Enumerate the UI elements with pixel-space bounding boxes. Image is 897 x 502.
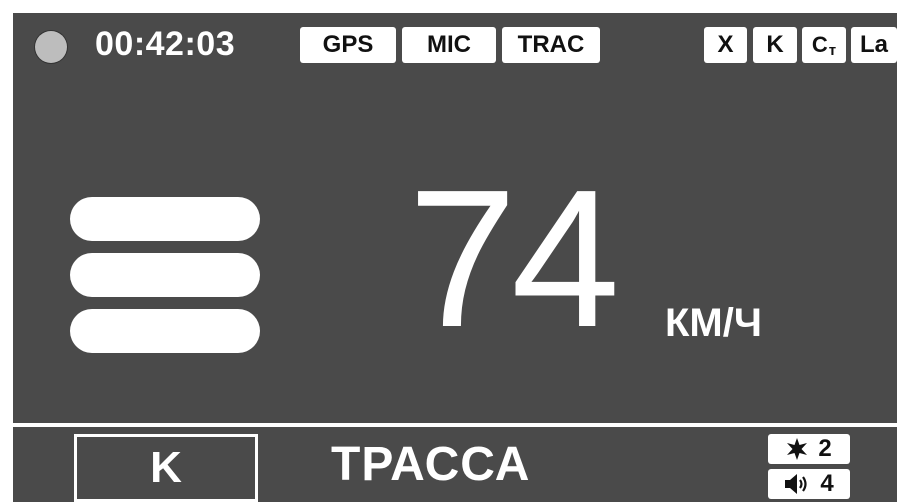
signal-bar-3	[70, 309, 260, 353]
volume-level: 4	[820, 470, 834, 497]
mic-badge: MIC	[402, 27, 496, 63]
speed-value: 74	[408, 149, 620, 368]
band-ct-badge: Ст	[802, 27, 846, 63]
clock-time: 00:42:03	[95, 25, 236, 63]
trac-badge: TRAC	[502, 27, 600, 63]
band-la-badge: La	[851, 27, 897, 63]
detected-band-box: K	[74, 434, 258, 502]
radar-detector-screen: 00:42:03 GPS MIC TRAC X K Ст La 74 КМ/Ч …	[13, 13, 897, 502]
drive-mode-label: ТРАССА	[331, 438, 531, 491]
band-ct-label: Ст	[811, 32, 837, 59]
brightness-level: 2	[818, 435, 832, 462]
band-k-badge: K	[753, 27, 797, 63]
brightness-icon	[787, 438, 808, 460]
record-indicator-icon	[35, 31, 67, 63]
signal-bar-2	[70, 253, 260, 297]
band-x-badge: X	[704, 27, 747, 63]
speed-unit: КМ/Ч	[665, 301, 762, 345]
speaker-icon	[785, 474, 807, 494]
volume-indicator: 4	[768, 469, 850, 499]
band-ct-label-suffix: т	[828, 42, 837, 59]
divider	[13, 423, 897, 427]
brightness-indicator: 2	[768, 434, 850, 464]
gps-badge: GPS	[300, 27, 396, 63]
signal-bar-1	[70, 197, 260, 241]
